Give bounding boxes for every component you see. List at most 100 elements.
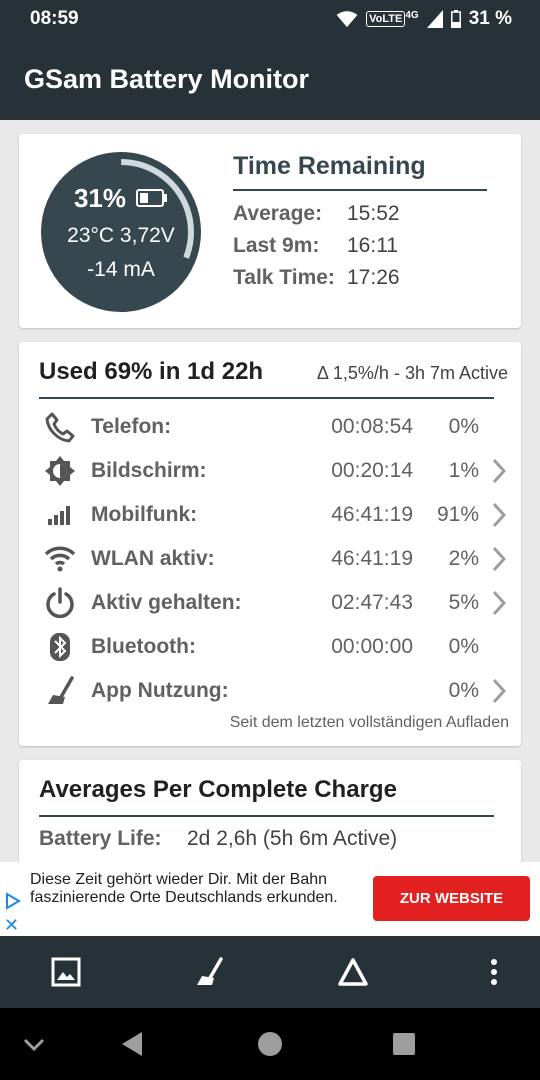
- status-time: 08:59: [30, 8, 79, 29]
- usage-row-bildschirm[interactable]: Bildschirm: 00:20:14 1%: [19, 449, 521, 493]
- chevron-down-icon: [23, 1038, 45, 1052]
- broom-icon: [43, 674, 77, 708]
- app-bar: GSam Battery Monitor: [0, 38, 540, 120]
- usage-duration: 46:41:19: [331, 503, 413, 526]
- nav-home-button[interactable]: [254, 1028, 286, 1060]
- chevron-right-icon: [492, 546, 507, 572]
- averages-row: Battery Life: 2d 2,6h (5h 6m Active): [39, 827, 397, 851]
- network-type: 4G: [405, 9, 419, 21]
- ad-choices-icon[interactable]: [4, 892, 22, 910]
- broom-icon: [197, 957, 223, 985]
- power-icon: [43, 586, 77, 620]
- battery-icon: [136, 189, 168, 207]
- usage-row-bluetooth: Bluetooth: 00:00:00 0%: [19, 625, 521, 669]
- ad-close-icon[interactable]: ✕: [4, 916, 19, 934]
- divider: [233, 189, 487, 191]
- usage-duration: 02:47:43: [331, 591, 413, 614]
- time-remaining-title: Time Remaining: [233, 152, 426, 180]
- chevron-right-icon: [492, 678, 507, 704]
- image-icon: [51, 957, 81, 987]
- battery-status-icon: [450, 10, 461, 28]
- temp-voltage: 23°C 3,72V: [67, 223, 175, 247]
- signal-bars-icon: [43, 498, 77, 532]
- gauge-readout: 31% 23°C 3,72V -14 mA: [38, 149, 204, 315]
- battery-card[interactable]: 31% 23°C 3,72V -14 mA Time Remaining Ave…: [19, 134, 521, 328]
- wifi-icon: [43, 542, 77, 576]
- chevron-right-icon: [492, 458, 507, 484]
- usage-duration: 00:20:14: [331, 459, 413, 482]
- brightness-icon: [43, 454, 77, 488]
- chevron-right-icon: [492, 502, 507, 528]
- status-bar: 08:59 VoLTE 4G 31 %: [0, 0, 540, 38]
- averages-title: Averages Per Complete Charge: [39, 776, 397, 803]
- battery-percent: 31%: [73, 182, 127, 213]
- usage-row-wlan[interactable]: WLAN aktiv: 46:41:19 2%: [19, 537, 521, 581]
- usage-row-telefon: Telefon: 00:08:54 0%: [19, 405, 521, 449]
- row-label: Last 9m:: [233, 234, 320, 257]
- usage-percent: 0%: [448, 415, 479, 438]
- usage-subtitle: Δ 1,5%/h - 3h 7m Active: [316, 363, 508, 383]
- averages-card[interactable]: Averages Per Complete Charge Battery Lif…: [19, 760, 521, 870]
- usage-row-app-nutzung[interactable]: App Nutzung: 0%: [19, 669, 521, 713]
- usage-duration: 00:00:00: [331, 635, 413, 658]
- status-battery: 31 %: [468, 8, 512, 29]
- time-remaining-row: Talk Time: 17:26: [233, 266, 400, 290]
- status-icons: VoLTE 4G 31 %: [336, 8, 512, 30]
- image-button[interactable]: [48, 954, 84, 990]
- row-label: Average:: [233, 202, 323, 225]
- ad-text[interactable]: Diese Zeit gehört wieder Dir. Mit der Ba…: [30, 871, 350, 907]
- nav-recents-button[interactable]: [388, 1028, 420, 1060]
- usage-footnote: Seit dem letzten vollständigen Aufladen: [229, 714, 509, 731]
- row-value: 2d 2,6h (5h 6m Active): [187, 827, 398, 850]
- usage-card: Used 69% in 1d 22h Δ 1,5%/h - 3h 7m Acti…: [19, 342, 521, 746]
- home-circle-icon: [258, 1032, 282, 1056]
- bottom-toolbar: [0, 936, 540, 1008]
- cleanup-button[interactable]: [191, 954, 227, 990]
- row-value: 15:52: [347, 202, 400, 225]
- phone-icon: [43, 410, 77, 444]
- usage-name: App Nutzung:: [91, 679, 229, 702]
- cell-signal-icon: [426, 10, 443, 28]
- row-value: 17:26: [347, 266, 400, 289]
- usage-name: Aktiv gehalten:: [91, 591, 242, 614]
- usage-name: Bluetooth:: [91, 635, 196, 658]
- usage-percent: 0%: [448, 679, 479, 702]
- overflow-menu-button[interactable]: [476, 954, 512, 990]
- time-remaining-row: Average: 15:52: [233, 202, 400, 226]
- usage-duration: 00:08:54: [331, 415, 413, 438]
- more-vert-icon: [491, 959, 497, 985]
- row-value: 16:11: [347, 234, 398, 257]
- usage-row-aktiv-gehalten[interactable]: Aktiv gehalten: 02:47:43 5%: [19, 581, 521, 625]
- divider: [39, 815, 494, 817]
- bluetooth-icon: [43, 630, 77, 664]
- ad-banner[interactable]: ✕ Diese Zeit gehört wieder Dir. Mit der …: [0, 862, 540, 936]
- delta-button[interactable]: [335, 954, 371, 990]
- usage-row-mobilfunk[interactable]: Mobilfunk: 46:41:19 91%: [19, 493, 521, 537]
- usage-duration: 46:41:19: [331, 547, 413, 570]
- volte-badge: VoLTE: [366, 11, 406, 27]
- delta-icon: [338, 958, 368, 986]
- time-remaining-row: Last 9m: 16:11: [233, 234, 398, 258]
- nav-collapse-button[interactable]: [18, 1028, 50, 1060]
- usage-percent: 5%: [448, 591, 479, 614]
- wifi-status-icon: [336, 11, 358, 28]
- usage-percent: 91%: [436, 503, 479, 526]
- system-nav-bar: [0, 1008, 540, 1080]
- app-title: GSam Battery Monitor: [24, 63, 310, 94]
- usage-name: Bildschirm:: [91, 459, 207, 482]
- row-label: Battery Life:: [39, 827, 162, 850]
- usage-name: Mobilfunk:: [91, 503, 198, 526]
- usage-percent: 0%: [448, 635, 479, 658]
- usage-name: WLAN aktiv:: [91, 547, 215, 570]
- nav-back-button[interactable]: [116, 1028, 148, 1060]
- usage-percent: 1%: [448, 459, 479, 482]
- divider: [39, 397, 494, 399]
- ad-website-button[interactable]: ZUR WEBSITE: [373, 876, 530, 921]
- back-triangle-icon: [122, 1032, 142, 1056]
- row-label: Talk Time:: [233, 266, 335, 289]
- battery-current: -14 mA: [87, 257, 155, 281]
- usage-title: Used 69% in 1d 22h: [39, 358, 264, 385]
- usage-name: Telefon:: [91, 415, 172, 438]
- chevron-right-icon: [492, 590, 507, 616]
- usage-percent: 2%: [448, 547, 479, 570]
